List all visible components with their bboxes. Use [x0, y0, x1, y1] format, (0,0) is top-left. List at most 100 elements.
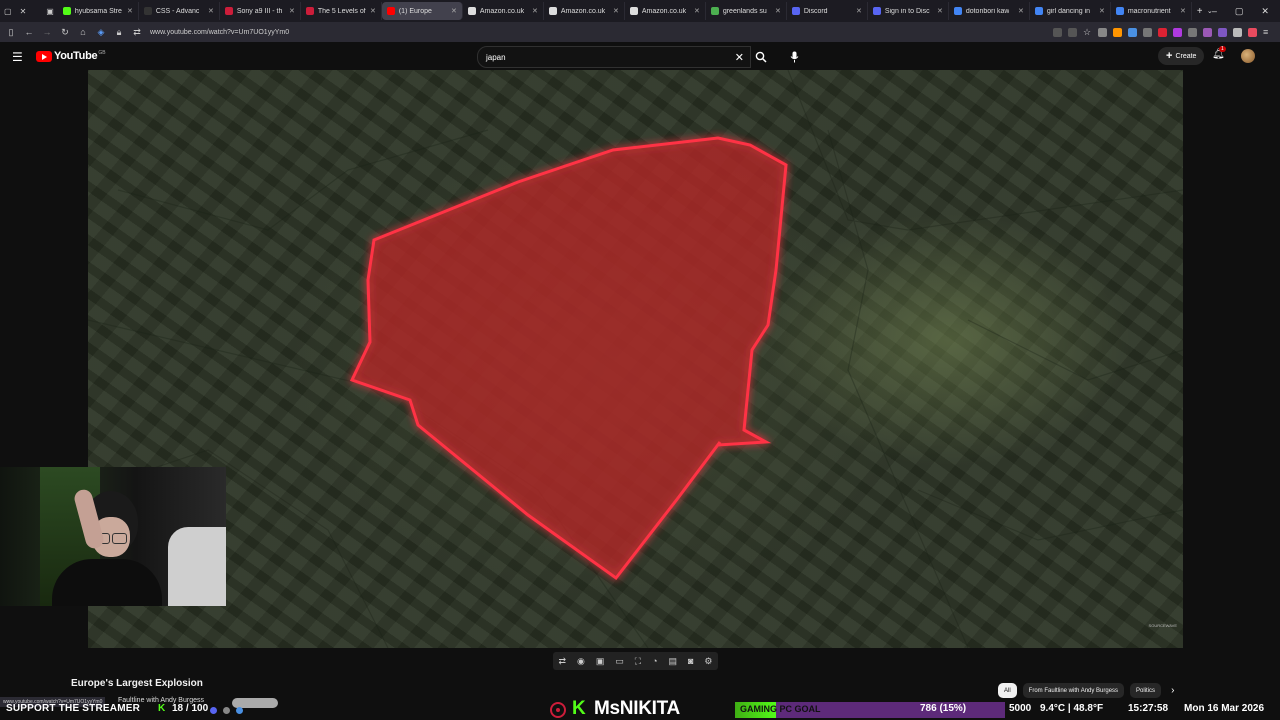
search-input[interactable]: japan [486, 53, 506, 62]
overlay-icon-2 [223, 707, 230, 714]
theater-icon[interactable]: ▭ [615, 656, 624, 667]
extension-2-icon[interactable] [1068, 27, 1077, 37]
clip-icon[interactable]: ▤ [668, 656, 677, 667]
video-player[interactable]: SOURCEWAVE [88, 70, 1183, 648]
minimize-icon[interactable]: – [1212, 6, 1217, 17]
microphone-icon [790, 51, 798, 63]
tab-close-icon[interactable]: ✕ [528, 7, 538, 15]
youtube-play-icon [36, 50, 52, 62]
voice-search-button[interactable] [783, 46, 805, 68]
extension-3-icon[interactable] [1098, 27, 1107, 37]
tab-favicon-icon [467, 7, 476, 15]
create-button[interactable]: + Create [1158, 47, 1205, 65]
new-tab-button[interactable]: + [1192, 2, 1202, 20]
extension-13-icon[interactable] [1248, 27, 1257, 37]
browser-tab[interactable]: hyubsama Stre ✕ [58, 2, 139, 20]
browser-tab[interactable]: Sony a9 III - th ✕ [220, 2, 301, 20]
youtube-logo-text: YouTube [54, 50, 98, 62]
back-icon[interactable]: ← [22, 27, 36, 37]
tab-close-icon[interactable]: ✕ [447, 7, 457, 15]
maximize-icon[interactable]: ▢ [1235, 6, 1244, 17]
extension-10-icon[interactable] [1203, 27, 1212, 37]
tab-label: greenlands su [722, 7, 767, 15]
tab-close-icon[interactable]: ✕ [123, 7, 133, 15]
tab-label: Sony a9 III - th [236, 7, 283, 15]
home-icon[interactable]: ⌂ [76, 27, 90, 37]
sidebar-toggle-icon[interactable]: ▢ [4, 4, 12, 18]
extension-5-icon[interactable] [1128, 27, 1137, 37]
screenshot-icon[interactable]: ◙ [688, 656, 693, 666]
extension-6-icon[interactable] [1143, 27, 1152, 37]
extension-1-icon[interactable] [1053, 27, 1062, 37]
miniplayer-icon[interactable]: ▣ [596, 656, 605, 667]
youtube-logo[interactable]: YouTube GB [36, 50, 106, 62]
browser-tab[interactable]: The 5 Levels of ✕ [301, 2, 382, 20]
clear-search-icon[interactable]: ✕ [735, 51, 744, 64]
permissions-icon[interactable]: ⇄ [130, 27, 144, 38]
overlay-small-icons [210, 707, 243, 714]
tab-close-icon[interactable]: ✕ [852, 7, 862, 15]
fullscreen-icon[interactable]: ⛶ [635, 656, 641, 667]
extension-9-icon[interactable] [1188, 27, 1197, 37]
related-filter-chips: All From Faultline with Andy Burgess Pol… [998, 683, 1174, 698]
browser-tab[interactable]: girl dancing in ✕ [1030, 2, 1111, 20]
bookmark-star-icon[interactable]: ☆ [1083, 27, 1092, 37]
forward-icon[interactable]: → [40, 27, 54, 37]
tab-favicon-icon [1034, 7, 1043, 15]
tab-label: Amazon.co.uk [479, 7, 525, 15]
search-button[interactable] [749, 46, 773, 68]
menu-icon[interactable]: ≡ [1263, 27, 1272, 37]
browser-tab[interactable]: Discord ✕ [787, 2, 868, 20]
browser-tab[interactable]: dotonbori kaw ✕ [949, 2, 1030, 20]
speed-icon[interactable]: ◔ [652, 656, 657, 666]
tab-close-icon[interactable]: ✕ [1014, 7, 1024, 15]
highlighted-region [349, 136, 788, 581]
tab-close-icon[interactable]: ✕ [366, 7, 376, 15]
reload-icon[interactable]: ↻ [58, 27, 72, 38]
tab-label: dotonbori kaw [965, 7, 1010, 15]
tab-close-icon[interactable]: ✕ [204, 7, 214, 15]
hamburger-menu-icon[interactable]: ☰ [12, 50, 23, 64]
browser-tab[interactable]: Amazon.co.uk ✕ [463, 2, 544, 20]
browser-tab[interactable]: (1) Europe ✕ [381, 2, 463, 20]
extension-8-icon[interactable] [1173, 27, 1182, 37]
sidebar-icon[interactable]: ▯ [4, 27, 18, 38]
close-window-icon[interactable]: ✕ [1261, 6, 1269, 17]
tab-close-icon[interactable]: ✕ [285, 7, 295, 15]
tab-label: girl dancing in [1046, 7, 1091, 15]
chips-next-chevron-icon[interactable]: › [1171, 685, 1174, 696]
search-box[interactable]: japan ✕ [477, 46, 751, 68]
chip-from-channel[interactable]: From Faultline with Andy Burgess [1022, 683, 1125, 698]
youtube-header: ☰ YouTube GB japan ✕ + Create 🔔︎ 1 [0, 42, 1280, 70]
browser-tab[interactable]: greenlands su ✕ [706, 2, 787, 20]
chip-all[interactable]: All [998, 683, 1017, 698]
tab-close-icon[interactable]: ✕ [1095, 7, 1105, 15]
chip-politics[interactable]: Politics [1130, 683, 1162, 698]
tab-close-icon[interactable]: ✕ [933, 7, 943, 15]
tab-close-icon[interactable]: ✕ [771, 7, 781, 15]
x-twitter-icon[interactable]: ✕ [20, 4, 27, 18]
browser-tab[interactable]: CSS - Advanc ✕ [139, 2, 220, 20]
browser-tab[interactable]: Sign in to Disc ✕ [868, 2, 949, 20]
extension-11-icon[interactable] [1218, 27, 1227, 37]
browser-tab[interactable]: macronutrient ✕ [1111, 2, 1192, 20]
tab-list-chevron-icon[interactable]: ⌄ [1202, 2, 1212, 20]
extension-4-icon[interactable] [1113, 27, 1122, 37]
audio-icon[interactable]: ◉ [577, 656, 585, 667]
settings-gear-icon[interactable]: ⚙ [704, 656, 712, 667]
avatar[interactable] [1241, 49, 1255, 63]
url-field[interactable]: www.youtube.com/watch?v=Um7UO1yyYm0 [150, 29, 289, 36]
loop-icon[interactable]: ⇄ [558, 656, 566, 667]
tab-close-icon[interactable]: ✕ [690, 7, 700, 15]
address-bar: ▯ ← → ↻ ⌂ ◈ 🔒︎ ⇄ www.youtube.com/watch?v… [0, 22, 1280, 42]
shield-icon[interactable]: ◈ [94, 27, 108, 38]
tab-close-icon[interactable]: ✕ [1176, 7, 1186, 15]
pinned-tab-7-icon[interactable]: ▣ [46, 4, 54, 18]
browser-tab[interactable]: Amazon.co.uk ✕ [544, 2, 625, 20]
extension-12-icon[interactable] [1233, 27, 1242, 37]
extension-7-icon[interactable] [1158, 27, 1167, 37]
tab-favicon-icon [224, 7, 233, 15]
browser-tab[interactable]: Amazon.co.uk ✕ [625, 2, 706, 20]
notification-badge: 1 [1219, 46, 1226, 52]
tab-close-icon[interactable]: ✕ [609, 7, 619, 15]
